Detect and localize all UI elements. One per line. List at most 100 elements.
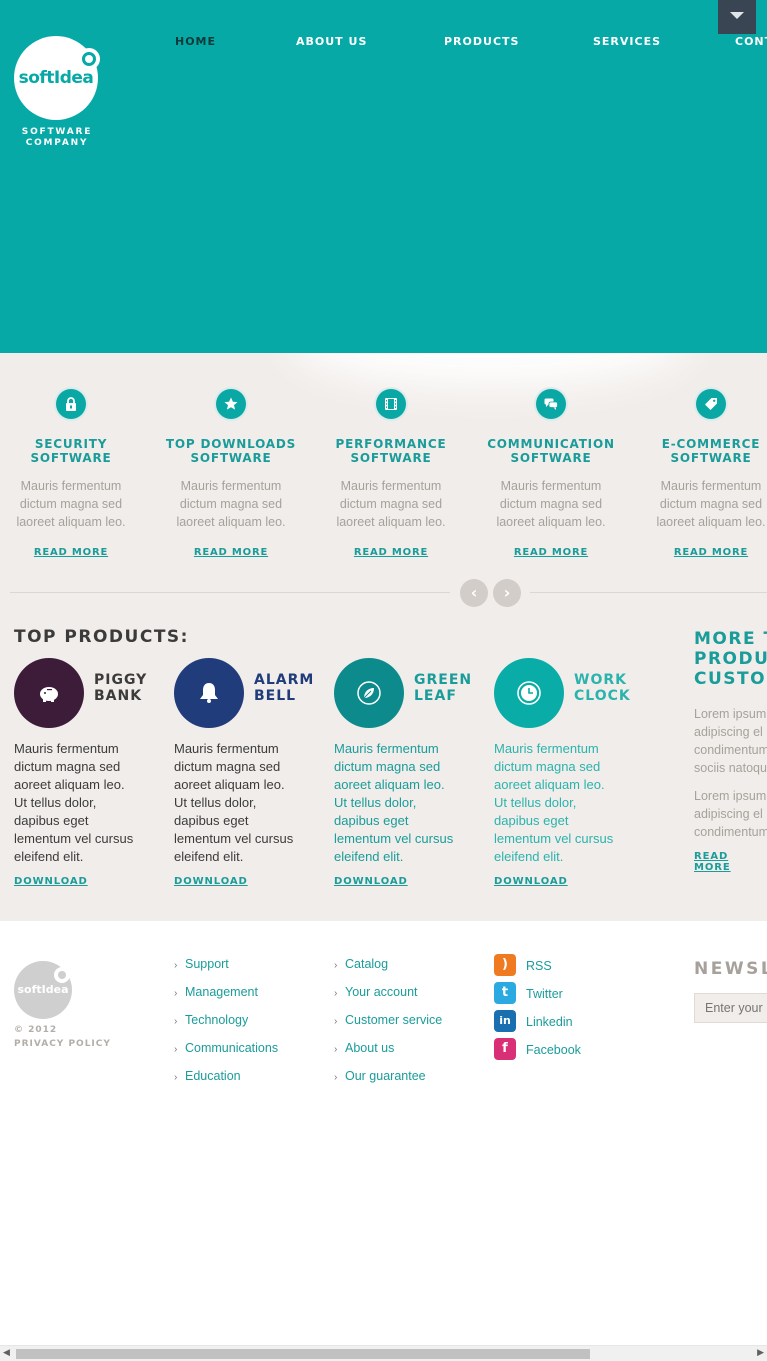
feature-performance: PERFORMANCE SOFTWARE Mauris fermentum di… (311, 389, 471, 559)
footer-link[interactable]: › Customer service (334, 1013, 442, 1041)
footer-link[interactable]: › Your account (334, 985, 442, 1013)
product-line: dictum magna sed (174, 759, 281, 774)
social-link-facebook[interactable]: f Facebook (494, 1038, 581, 1069)
feature-title-line-1: E-COMMERCE (661, 437, 761, 451)
read-more-link[interactable]: READ MORE (354, 547, 428, 558)
footer-link[interactable]: › Support (174, 957, 278, 985)
scrollbar-thumb[interactable] (16, 1349, 590, 1359)
read-more-link[interactable]: READ MORE (514, 547, 588, 558)
product-line: Mauris fermentum (14, 741, 119, 756)
product-line: dictum magna sed (494, 759, 601, 774)
product-line: eleifend elit. (174, 849, 244, 864)
leaf-icon[interactable] (334, 658, 404, 728)
feature-text-line-2: dictum magna sed (499, 497, 603, 511)
product-name-line-1: GREEN (414, 672, 473, 688)
more-line: adipiscing el (694, 807, 763, 821)
product-line: aoreet aliquam leo. (174, 777, 285, 792)
more-title-line-2: PRODU (694, 649, 767, 669)
footer-link-label: Support (185, 957, 229, 971)
feature-text-line-2: dictum magna sed (339, 497, 443, 511)
nav-services[interactable]: SERVICES (593, 35, 661, 48)
piggy-bank-icon[interactable] (14, 658, 84, 728)
feature-top-downloads: TOP DOWNLOADS SOFTWARE Mauris fermentum … (151, 389, 311, 559)
product-line: aoreet aliquam leo. (494, 777, 605, 792)
chevron-right-icon: › (174, 1044, 178, 1055)
logo[interactable]: softIdea (14, 36, 100, 120)
feature-text-line-3: laoreet aliquam leo. (16, 515, 126, 529)
product-name-line-1: WORK (574, 672, 627, 688)
product-description: Mauris fermentum dictum magna sed aoreet… (334, 740, 474, 866)
feature-title-line-2: SOFTWARE (30, 451, 112, 465)
star-icon (216, 389, 246, 419)
footer-link-label: Catalog (345, 957, 389, 971)
nav-about-us[interactable]: ABOUT US (296, 35, 367, 48)
feature-e-commerce: E-COMMERCE SOFTWARE Mauris fermentum dic… (631, 389, 767, 559)
download-link[interactable]: DOWNLOAD (494, 876, 568, 887)
clock-icon[interactable] (494, 658, 564, 728)
footer-logo[interactable]: softIdea (14, 961, 72, 1019)
download-link[interactable]: DOWNLOAD (334, 876, 408, 887)
social-link-rss[interactable]: ) RSS (494, 954, 581, 985)
footer-link-label: Education (185, 1069, 241, 1083)
feature-title: E-COMMERCE SOFTWARE (631, 437, 767, 465)
more-read-more-link[interactable]: READ MORE (694, 851, 767, 873)
product-line: Ut tellus dolor, (494, 795, 577, 810)
product-name[interactable]: WORK CLOCK (574, 672, 631, 704)
feature-title: SECURITY SOFTWARE (0, 437, 151, 465)
carousel-prev-button[interactable]: ‹ (460, 579, 488, 607)
copyright-text: © 2012 (14, 1025, 58, 1035)
product-line: dapibus eget (334, 813, 409, 828)
feature-text-line-1: Mauris fermentum (660, 479, 762, 493)
product-name[interactable]: PIGGY BANK (94, 672, 147, 704)
feature-text-line-3: laoreet aliquam leo. (496, 515, 606, 529)
scroll-left-icon[interactable]: ◀ (3, 1348, 10, 1358)
menu-toggle-button[interactable] (718, 0, 756, 34)
product-line: dapibus eget (14, 813, 89, 828)
footer-link[interactable]: › Technology (174, 1013, 278, 1041)
feature-text: Mauris fermentum dictum magna sed laoree… (0, 477, 151, 531)
nav-contacts[interactable]: CONT (735, 35, 767, 48)
privacy-policy-link[interactable]: PRIVACY POLICY (14, 1037, 111, 1051)
feature-title-line-1: SECURITY (34, 437, 108, 451)
product-line: Ut tellus dolor, (174, 795, 257, 810)
product-line: dapibus eget (494, 813, 569, 828)
product-name[interactable]: ALARM BELL (254, 672, 314, 704)
carousel-next-button[interactable]: › (493, 579, 521, 607)
read-more-link[interactable]: READ MORE (34, 547, 108, 558)
download-link[interactable]: DOWNLOAD (174, 876, 248, 887)
scroll-right-icon[interactable]: ▶ (757, 1348, 764, 1358)
nav-products[interactable]: PRODUCTS (444, 35, 519, 48)
horizontal-scrollbar[interactable]: ◀ ▶ (0, 1345, 767, 1361)
footer-link[interactable]: › Our guarantee (334, 1069, 442, 1097)
product-line: Mauris fermentum (174, 741, 279, 756)
feature-title: COMMUNICATION SOFTWARE (471, 437, 631, 465)
feature-text-line-2: dictum magna sed (179, 497, 283, 511)
bell-icon[interactable] (174, 658, 244, 728)
product-name[interactable]: GREEN LEAF (414, 672, 472, 704)
more-line: condimentum (694, 825, 767, 839)
footer-link[interactable]: › About us (334, 1041, 442, 1069)
product-line: lementum vel cursus (494, 831, 614, 846)
feature-text-line-2: dictum magna sed (659, 497, 763, 511)
footer-link[interactable]: › Management (174, 985, 278, 1013)
nav-home[interactable]: HOME (175, 35, 216, 48)
product-line: Ut tellus dolor, (334, 795, 417, 810)
footer-link[interactable]: › Education (174, 1069, 278, 1097)
social-link-twitter[interactable]: t Twitter (494, 982, 581, 1013)
footer-link[interactable]: › Catalog (334, 957, 442, 985)
read-more-link[interactable]: READ MORE (194, 547, 268, 558)
footer-link[interactable]: › Communications (174, 1041, 278, 1069)
top-products-title: TOP PRODUCTS: (14, 627, 189, 647)
download-link[interactable]: DOWNLOAD (14, 876, 88, 887)
newsletter-title: NEWSL (694, 959, 767, 979)
logo-tagline: SOFTWARE COMPANY (14, 127, 100, 149)
feature-text-line-3: laoreet aliquam leo. (336, 515, 446, 529)
read-more-link[interactable]: READ MORE (674, 547, 748, 558)
social-link-linkedin[interactable]: in Linkedin (494, 1010, 581, 1041)
tagline-line-1: SOFTWARE (21, 127, 93, 137)
footer-social-links: ) RSS t Twitter in Linkedin f Facebook (494, 954, 581, 1069)
newsletter-email-input[interactable] (694, 993, 767, 1023)
features-section: SECURITY SOFTWARE Mauris fermentum dictu… (0, 353, 767, 921)
more-line: Lorem ipsum (694, 789, 767, 803)
chevron-right-icon: › (174, 1016, 178, 1027)
